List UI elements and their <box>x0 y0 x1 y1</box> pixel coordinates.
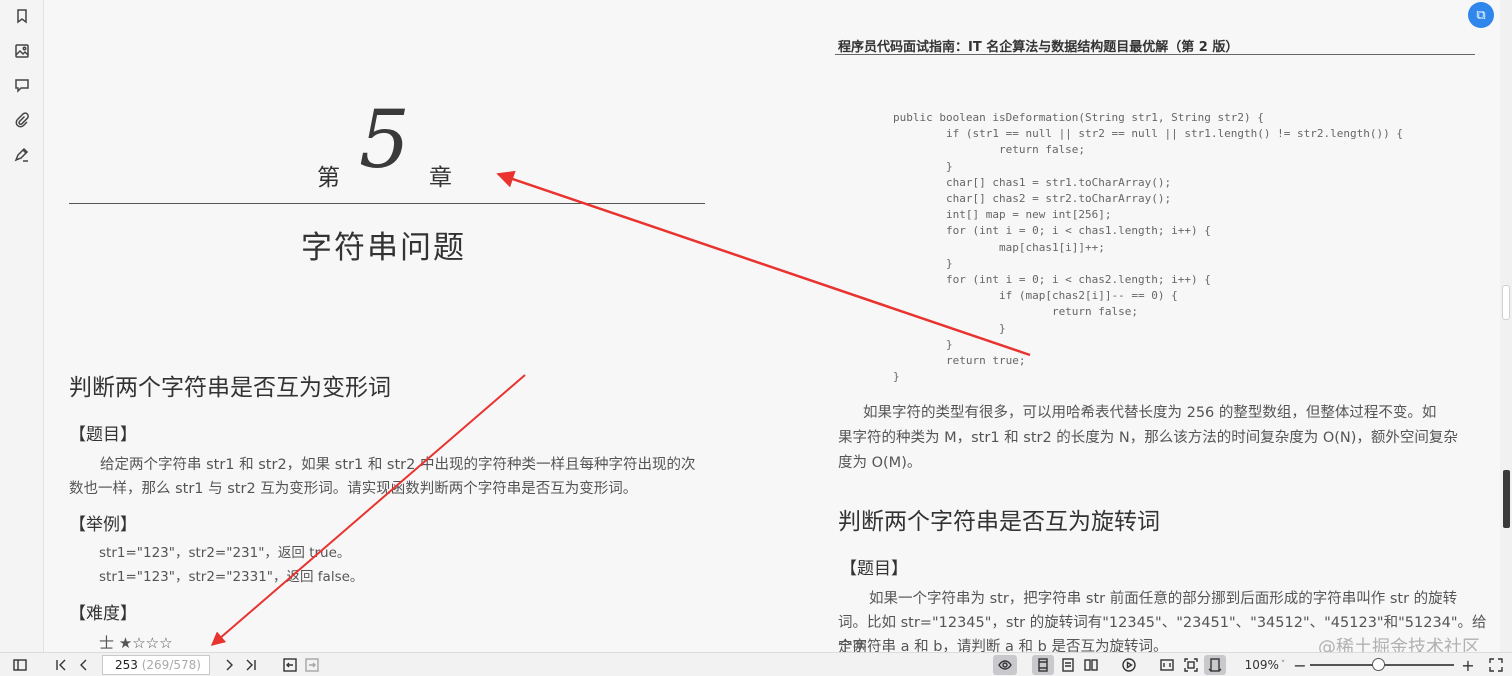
code-line: return true; <box>893 354 1026 368</box>
code-line: char[] chas2 = str2.toCharArray(); <box>893 192 1172 206</box>
sidebar-toggle-icon[interactable] <box>10 655 30 675</box>
translate-float-icon[interactable]: ⧉ <box>1468 2 1494 28</box>
code-block: public boolean isDeformation(String str1… <box>893 110 1403 385</box>
prev-page-icon[interactable] <box>75 655 93 675</box>
code-line: map[chas1[i]]++; <box>893 240 1105 254</box>
single-page-view-icon[interactable] <box>1032 655 1054 675</box>
difficulty-value: 士 ★☆☆☆ <box>99 634 173 652</box>
zoom-in-icon[interactable]: + <box>1460 655 1476 675</box>
fit-width-icon[interactable] <box>1204 655 1226 675</box>
chapter-rule <box>69 203 705 204</box>
topic2-line-3: 个字符串 a 和 b，请判断 a 和 b 是否互为旋转词。 <box>838 639 1168 652</box>
chapter-suffix: 章 <box>429 165 452 191</box>
bottom-toolbar: 253 (269/578) 109% ˅ − + <box>0 652 1512 676</box>
sign-icon[interactable] <box>11 144 33 166</box>
pdf-reader-window: 第 5 章 字符串问题 判断两个字符串是否互为变形词 【题目】 给定两个字符串 … <box>0 0 1512 676</box>
code-line: } <box>893 370 900 384</box>
code-line: return false; <box>893 305 1139 319</box>
left-tool-rail <box>0 0 44 652</box>
current-page: 253 <box>115 658 138 672</box>
zoom-out-icon[interactable]: − <box>1292 655 1308 675</box>
topic2-line-1: 如果一个字符串为 str，把字符串 str 前面任意的部分挪到后面形成的字符串叫… <box>869 591 1458 607</box>
code-line: for (int i = 0; i < chas1.length; i++) { <box>893 224 1211 238</box>
first-page-icon[interactable] <box>52 655 70 675</box>
example-2: str1="123"，str2="2331"，返回 false。 <box>99 569 364 585</box>
topic-line-1: 给定两个字符串 str1 和 str2，如果 str1 和 str2 中出现的字… <box>100 457 696 473</box>
code-line: if (map[chas2[i]]-- == 0) { <box>893 289 1178 303</box>
document-view[interactable]: 第 5 章 字符串问题 判断两个字符串是否互为变形词 【题目】 给定两个字符串 … <box>45 0 1500 652</box>
chapter-title: 字符串问题 <box>301 230 466 266</box>
play-icon[interactable] <box>1118 655 1140 675</box>
fullscreen-icon[interactable] <box>1486 655 1506 675</box>
code-line: return false; <box>893 143 1086 157</box>
last-page-icon[interactable] <box>242 655 260 675</box>
side-panel-handle[interactable] <box>1503 470 1510 528</box>
fit-page-icon[interactable] <box>1180 655 1202 675</box>
back-icon[interactable] <box>281 655 299 675</box>
eye-care-icon[interactable] <box>993 655 1017 675</box>
code-line: char[] chas1 = str1.toCharArray(); <box>893 175 1172 189</box>
paperclip-icon[interactable] <box>11 109 33 131</box>
para1-line-2: 果字符的种类为 M，str1 和 str2 的长度为 N，那么该方法的时间复杂度… <box>838 430 1458 446</box>
forward-icon[interactable] <box>303 655 321 675</box>
example-1: str1="123"，str2="231"，返回 true。 <box>99 545 351 561</box>
topic-line-2: 数也一样，那么 str1 与 str2 互为变形词。请实现函数判断两个字符串是否… <box>69 481 638 497</box>
code-line: public boolean isDeformation(String str1… <box>893 111 1264 124</box>
zoom-value: 109% <box>1244 658 1279 672</box>
chapter-number: 5 <box>359 93 410 186</box>
page-total: (269/578) <box>141 658 201 672</box>
section2-title: 判断两个字符串是否互为旋转词 <box>838 509 1160 535</box>
code-line: int[] map = new int[256]; <box>893 208 1112 222</box>
topic-heading: 【题目】 <box>69 425 137 445</box>
code-line: } <box>893 321 1006 335</box>
difficulty-heading: 【难度】 <box>69 604 137 624</box>
actual-size-icon[interactable] <box>1156 655 1178 675</box>
code-line: } <box>893 159 953 173</box>
comment-icon[interactable] <box>11 74 33 96</box>
para1-line-3: 度为 O(M)。 <box>838 455 922 471</box>
right-page: 程序员代码面试指南：IT 名企算法与数据结构题目最优解（第 2 版） publi… <box>815 0 1500 652</box>
scrollbar-thumb[interactable] <box>1502 285 1510 320</box>
next-page-icon[interactable] <box>220 655 238 675</box>
bookmark-icon[interactable] <box>11 5 33 27</box>
zoom-level[interactable]: 109% ˅ <box>1242 655 1288 675</box>
code-line: for (int i = 0; i < chas2.length; i++) { <box>893 273 1211 287</box>
section-title: 判断两个字符串是否互为变形词 <box>69 375 391 401</box>
code-line: } <box>893 256 953 270</box>
zoom-slider-knob[interactable] <box>1371 658 1385 671</box>
para1-line-1: 如果字符的类型有很多，可以用哈希表代替长度为 256 的整型数组，但整体过程不变… <box>863 405 1437 421</box>
example-heading: 【举例】 <box>69 515 137 535</box>
page-number-input[interactable]: 253 (269/578) <box>102 655 210 675</box>
continuous-view-icon[interactable] <box>1058 655 1078 675</box>
vertical-scrollbar[interactable] <box>1500 0 1512 652</box>
running-head-rule <box>835 54 1475 55</box>
two-page-view-icon[interactable] <box>1080 655 1102 675</box>
chapter-prefix: 第 <box>317 165 340 191</box>
image-icon[interactable] <box>11 40 33 62</box>
code-line: } <box>893 337 953 351</box>
topic2-heading: 【题目】 <box>840 559 908 579</box>
left-page: 第 5 章 字符串问题 判断两个字符串是否互为变形词 【题目】 给定两个字符串 … <box>45 0 765 652</box>
code-line: if (str1 == null || str2 == null || str1… <box>893 127 1403 141</box>
running-head: 程序员代码面试指南：IT 名企算法与数据结构题目最优解（第 2 版） <box>838 40 1239 55</box>
